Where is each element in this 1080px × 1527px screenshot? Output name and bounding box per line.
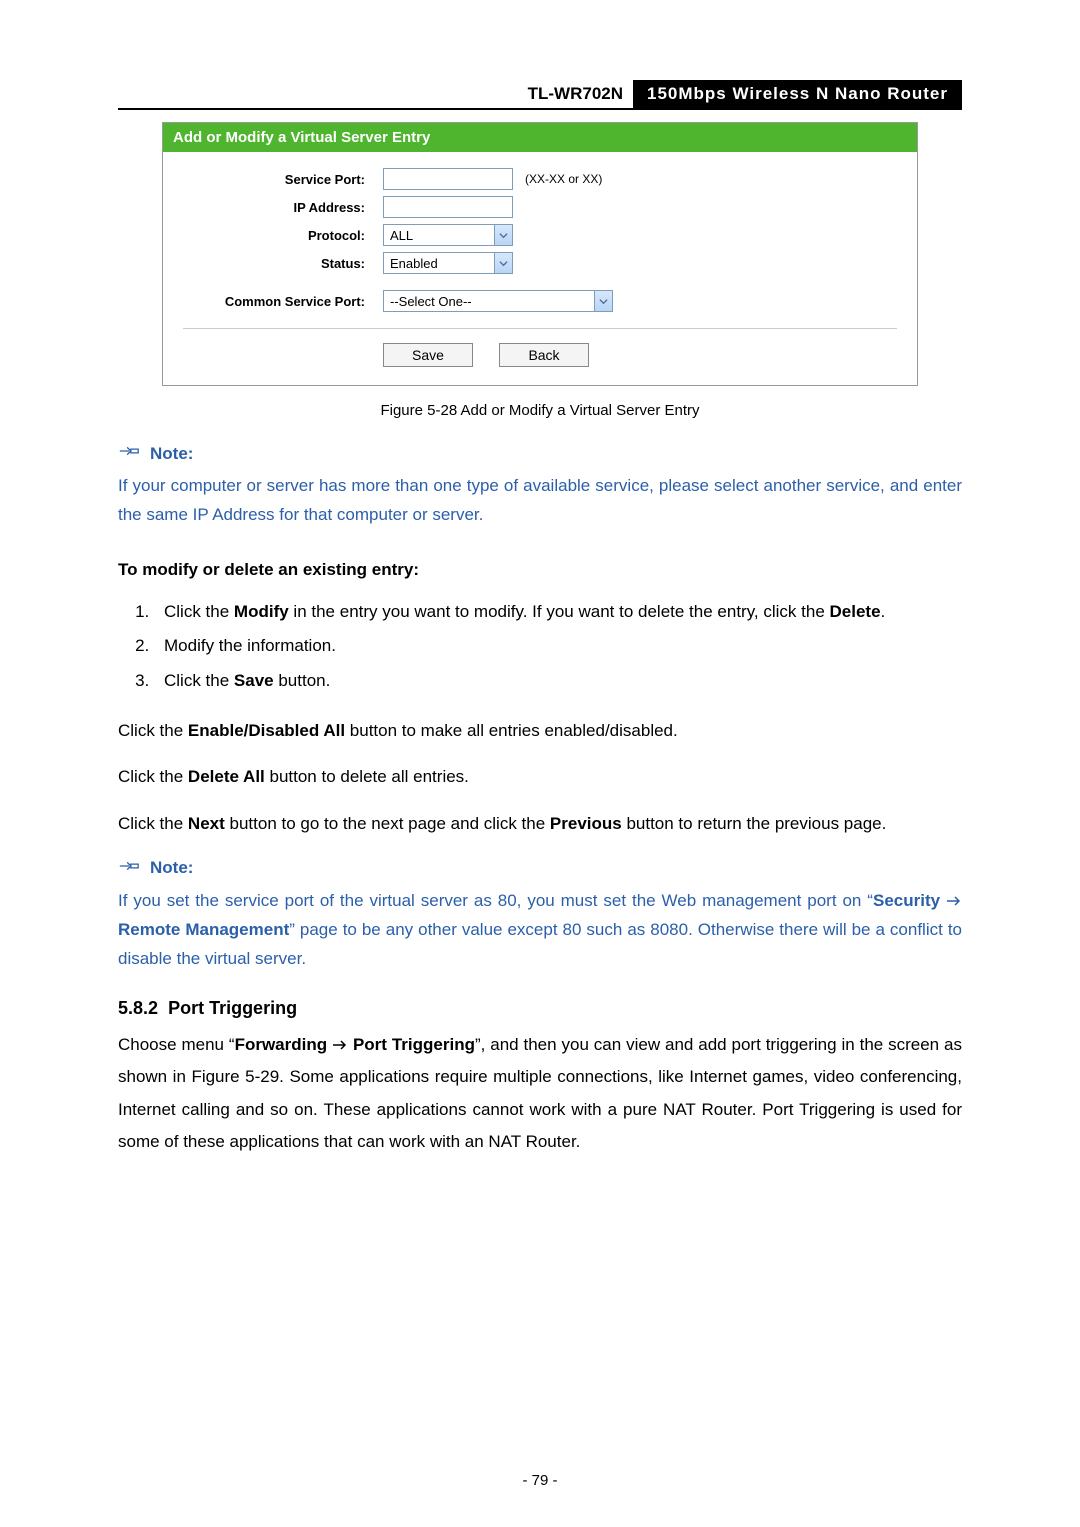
page-number: - 79 - [0,1472,1080,1489]
service-port-input[interactable] [383,168,513,190]
chevron-down-icon [494,225,512,245]
note-heading-2: Note: [118,858,962,879]
common-service-port-select[interactable]: --Select One-- [383,290,613,312]
common-service-port-value: --Select One-- [390,294,472,309]
model-desc: 150Mbps Wireless N Nano Router [633,80,962,108]
section-heading: 5.8.2 Port Triggering [118,998,962,1019]
port-format-hint: (XX-XX or XX) [525,172,602,186]
label-common-service-port: Common Service Port: [183,294,383,309]
chevron-down-icon [494,253,512,273]
next-previous-text: Click the Next button to go to the next … [118,808,962,840]
delete-all-text: Click the Delete All button to delete al… [118,761,962,793]
status-select[interactable]: Enabled [383,252,513,274]
figure-caption: Figure 5-28 Add or Modify a Virtual Serv… [118,402,962,419]
label-status: Status: [183,256,383,271]
arrow-right-icon [946,887,962,916]
label-service-port: Service Port: [183,172,383,187]
steps-list: Click the Modify in the entry you want t… [118,596,962,697]
step-1: Click the Modify in the entry you want t… [154,596,962,628]
enable-disable-all-text: Click the Enable/Disabled All button to … [118,715,962,747]
doc-header: TL-WR702N 150Mbps Wireless N Nano Router [118,80,962,110]
pointing-hand-icon [118,443,140,464]
step-3: Click the Save button. [154,665,962,697]
panel-title: Add or Modify a Virtual Server Entry [163,123,917,152]
chevron-down-icon [594,291,612,311]
save-button[interactable]: Save [383,343,473,367]
label-protocol: Protocol: [183,228,383,243]
label-ip-address: IP Address: [183,200,383,215]
note-body-2: If you set the service port of the virtu… [118,887,962,974]
note-label: Note: [150,444,193,464]
ip-address-input[interactable] [383,196,513,218]
note-heading: Note: [118,443,962,464]
section-body: Choose menu “Forwarding Port Triggering”… [118,1029,962,1159]
arrow-right-icon [332,1029,348,1061]
note-body-1: If your computer or server has more than… [118,472,962,530]
virtual-server-panel: Add or Modify a Virtual Server Entry Ser… [162,122,918,386]
status-value: Enabled [390,256,438,271]
note-label: Note: [150,858,193,878]
pointing-hand-icon [118,858,140,879]
model-number: TL-WR702N [518,80,633,108]
back-button[interactable]: Back [499,343,589,367]
protocol-value: ALL [390,228,413,243]
modify-heading: To modify or delete an existing entry: [118,554,962,586]
step-2: Modify the information. [154,630,962,662]
protocol-select[interactable]: ALL [383,224,513,246]
